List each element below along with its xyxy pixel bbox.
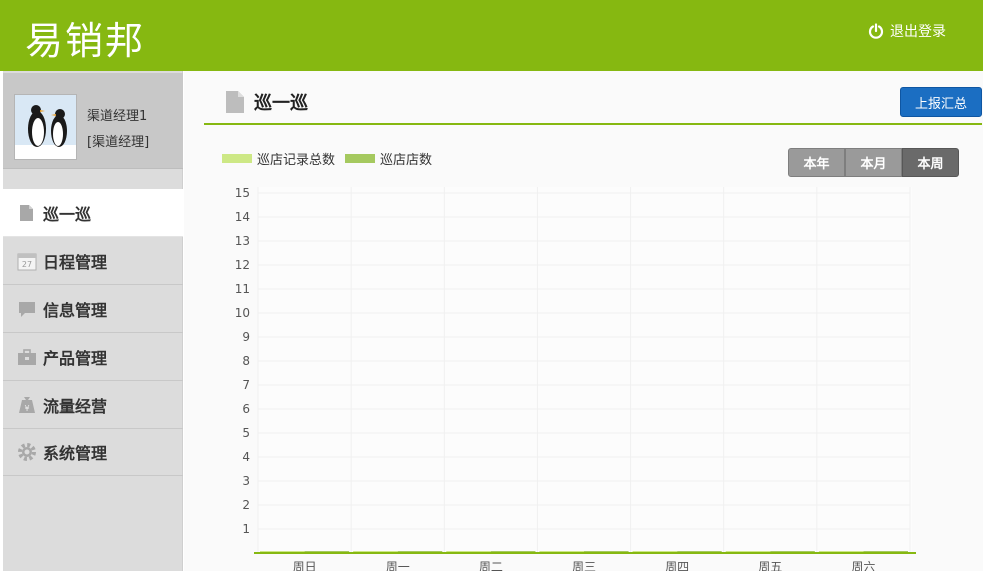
logout-label: 退出登录	[890, 24, 946, 40]
document-icon	[20, 204, 33, 221]
range-button-month[interactable]: 本月	[845, 148, 902, 177]
x-tick-label: 周日	[293, 560, 317, 571]
title-divider	[204, 123, 982, 125]
legend-item[interactable]: 巡店店数	[345, 149, 432, 168]
y-tick-label: 3	[242, 474, 250, 488]
sidebar-item-traffic[interactable]: ¥ 流量经营	[3, 381, 183, 429]
profile-name: 渠道经理1	[87, 109, 148, 124]
y-tick-label: 4	[242, 450, 250, 464]
main-content: 巡一巡 上报汇总 巡店记录总数 巡店店数 本年 本月 本周 1234567891…	[184, 71, 983, 571]
y-tick-label: 12	[235, 258, 250, 272]
logout-button[interactable]: 退出登录	[868, 20, 946, 42]
sidebar-item-products[interactable]: 产品管理	[3, 333, 183, 381]
x-tick-label: 周一	[386, 560, 410, 571]
range-button-week[interactable]: 本周	[902, 148, 959, 177]
sidebar-item-schedule[interactable]: 27 日程管理	[3, 237, 183, 285]
y-tick-label: 2	[242, 498, 250, 512]
penguin-avatar-image	[15, 95, 76, 159]
legend-item[interactable]: 巡店记录总数	[222, 149, 335, 168]
sidebar-item-xunyixun[interactable]: 巡一巡	[3, 189, 183, 237]
x-tick-label: 周六	[851, 560, 875, 571]
svg-text:27: 27	[22, 260, 32, 269]
gear-icon	[18, 442, 36, 461]
sidebar-item-label: 流量经营	[43, 396, 108, 416]
x-tick-label: 周二	[479, 560, 503, 571]
y-tick-label: 8	[242, 354, 250, 368]
profile-role: [渠道经理]	[87, 135, 150, 150]
y-tick-label: 10	[235, 306, 250, 320]
page-title: 巡一巡	[254, 93, 308, 114]
calendar-icon: 27	[17, 253, 37, 270]
document-icon	[226, 91, 244, 113]
legend-swatch	[345, 154, 376, 163]
chart-legend: 巡店记录总数 巡店店数	[222, 149, 442, 168]
y-tick-label: 11	[235, 282, 250, 296]
y-tick-label: 15	[235, 186, 250, 200]
avatar	[14, 94, 77, 160]
legend-swatch	[222, 154, 252, 163]
top-header: 易销邦 退出登录	[0, 0, 983, 71]
x-tick-label: 周四	[665, 560, 689, 571]
power-icon	[868, 23, 884, 39]
chart: 123456789101112131415周日 周一 周二 周三 周四 周五 周六	[235, 186, 916, 571]
briefcase-icon	[18, 348, 36, 365]
message-icon	[19, 301, 35, 317]
report-summary-button[interactable]: 上报汇总	[900, 87, 982, 117]
sidebar: 渠道经理1 [渠道经理] 巡一巡 27 日程管理 信息管理 产品管理 ¥ 流量经…	[3, 71, 183, 571]
sidebar-item-label: 日程管理	[43, 252, 108, 272]
svg-text:¥: ¥	[24, 404, 29, 413]
yuan-bag-icon: ¥	[19, 396, 35, 413]
y-tick-label: 1	[242, 522, 250, 536]
y-tick-label: 6	[242, 402, 250, 416]
legend-label: 巡店店数	[380, 153, 433, 168]
y-tick-label: 5	[242, 426, 250, 440]
sidebar-item-system[interactable]: 系统管理	[3, 428, 183, 476]
sidebar-item-info[interactable]: 信息管理	[3, 285, 183, 333]
user-profile: 渠道经理1 [渠道经理]	[3, 73, 183, 169]
range-selector: 本年 本月 本周	[788, 148, 959, 177]
x-tick-label: 周三	[572, 560, 596, 571]
legend-label: 巡店记录总数	[257, 153, 336, 168]
plot-area	[258, 187, 912, 553]
sidebar-item-label: 产品管理	[43, 348, 108, 368]
sidebar-item-label: 巡一巡	[43, 204, 92, 224]
y-tick-label: 9	[242, 330, 250, 344]
sidebar-item-label: 信息管理	[43, 300, 108, 320]
y-tick-label: 13	[235, 234, 250, 248]
y-tick-label: 7	[242, 378, 250, 392]
x-tick-label: 周五	[758, 560, 782, 571]
y-tick-label: 14	[235, 210, 250, 224]
sidebar-item-label: 系统管理	[43, 443, 108, 463]
range-button-year[interactable]: 本年	[788, 148, 845, 177]
page-header: 巡一巡	[224, 88, 308, 116]
app-logo: 易销邦	[25, 19, 146, 63]
